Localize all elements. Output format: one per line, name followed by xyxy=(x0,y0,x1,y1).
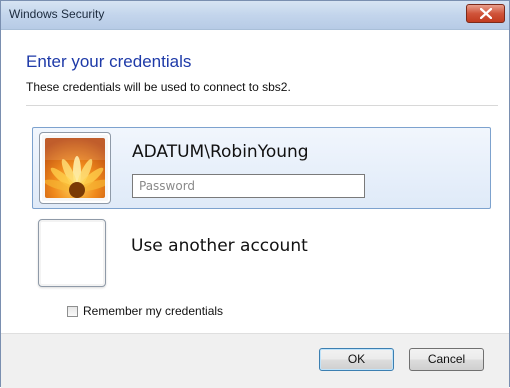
title-bar[interactable]: Windows Security xyxy=(1,1,509,30)
remember-label: Remember my credentials xyxy=(83,304,224,318)
avatar-frame xyxy=(39,132,111,204)
dialog-heading: Enter your credentials xyxy=(26,52,192,71)
dialog-subheading: These credentials will be used to connec… xyxy=(26,80,291,94)
cancel-button[interactable]: Cancel xyxy=(409,348,484,371)
account-tile-selected[interactable]: ADATUM\RobinYoung xyxy=(32,127,491,209)
remember-checkbox[interactable] xyxy=(67,305,78,317)
ok-button[interactable]: OK xyxy=(319,348,394,371)
window-title: Windows Security xyxy=(9,7,105,21)
divider xyxy=(26,105,498,106)
use-another-account-label: Use another account xyxy=(131,236,308,256)
password-field[interactable] xyxy=(132,174,365,198)
credentials-dialog: Windows Security Enter your credentials … xyxy=(0,0,510,388)
close-button[interactable] xyxy=(466,4,505,23)
close-icon xyxy=(480,8,492,19)
blank-avatar-icon xyxy=(38,219,106,287)
remember-credentials[interactable]: Remember my credentials xyxy=(67,304,223,318)
use-another-account-tile[interactable]: Use another account xyxy=(32,213,491,293)
account-name: ADATUM\RobinYoung xyxy=(132,142,309,162)
button-footer: OK Cancel xyxy=(1,333,509,388)
flower-avatar-icon xyxy=(45,138,105,198)
